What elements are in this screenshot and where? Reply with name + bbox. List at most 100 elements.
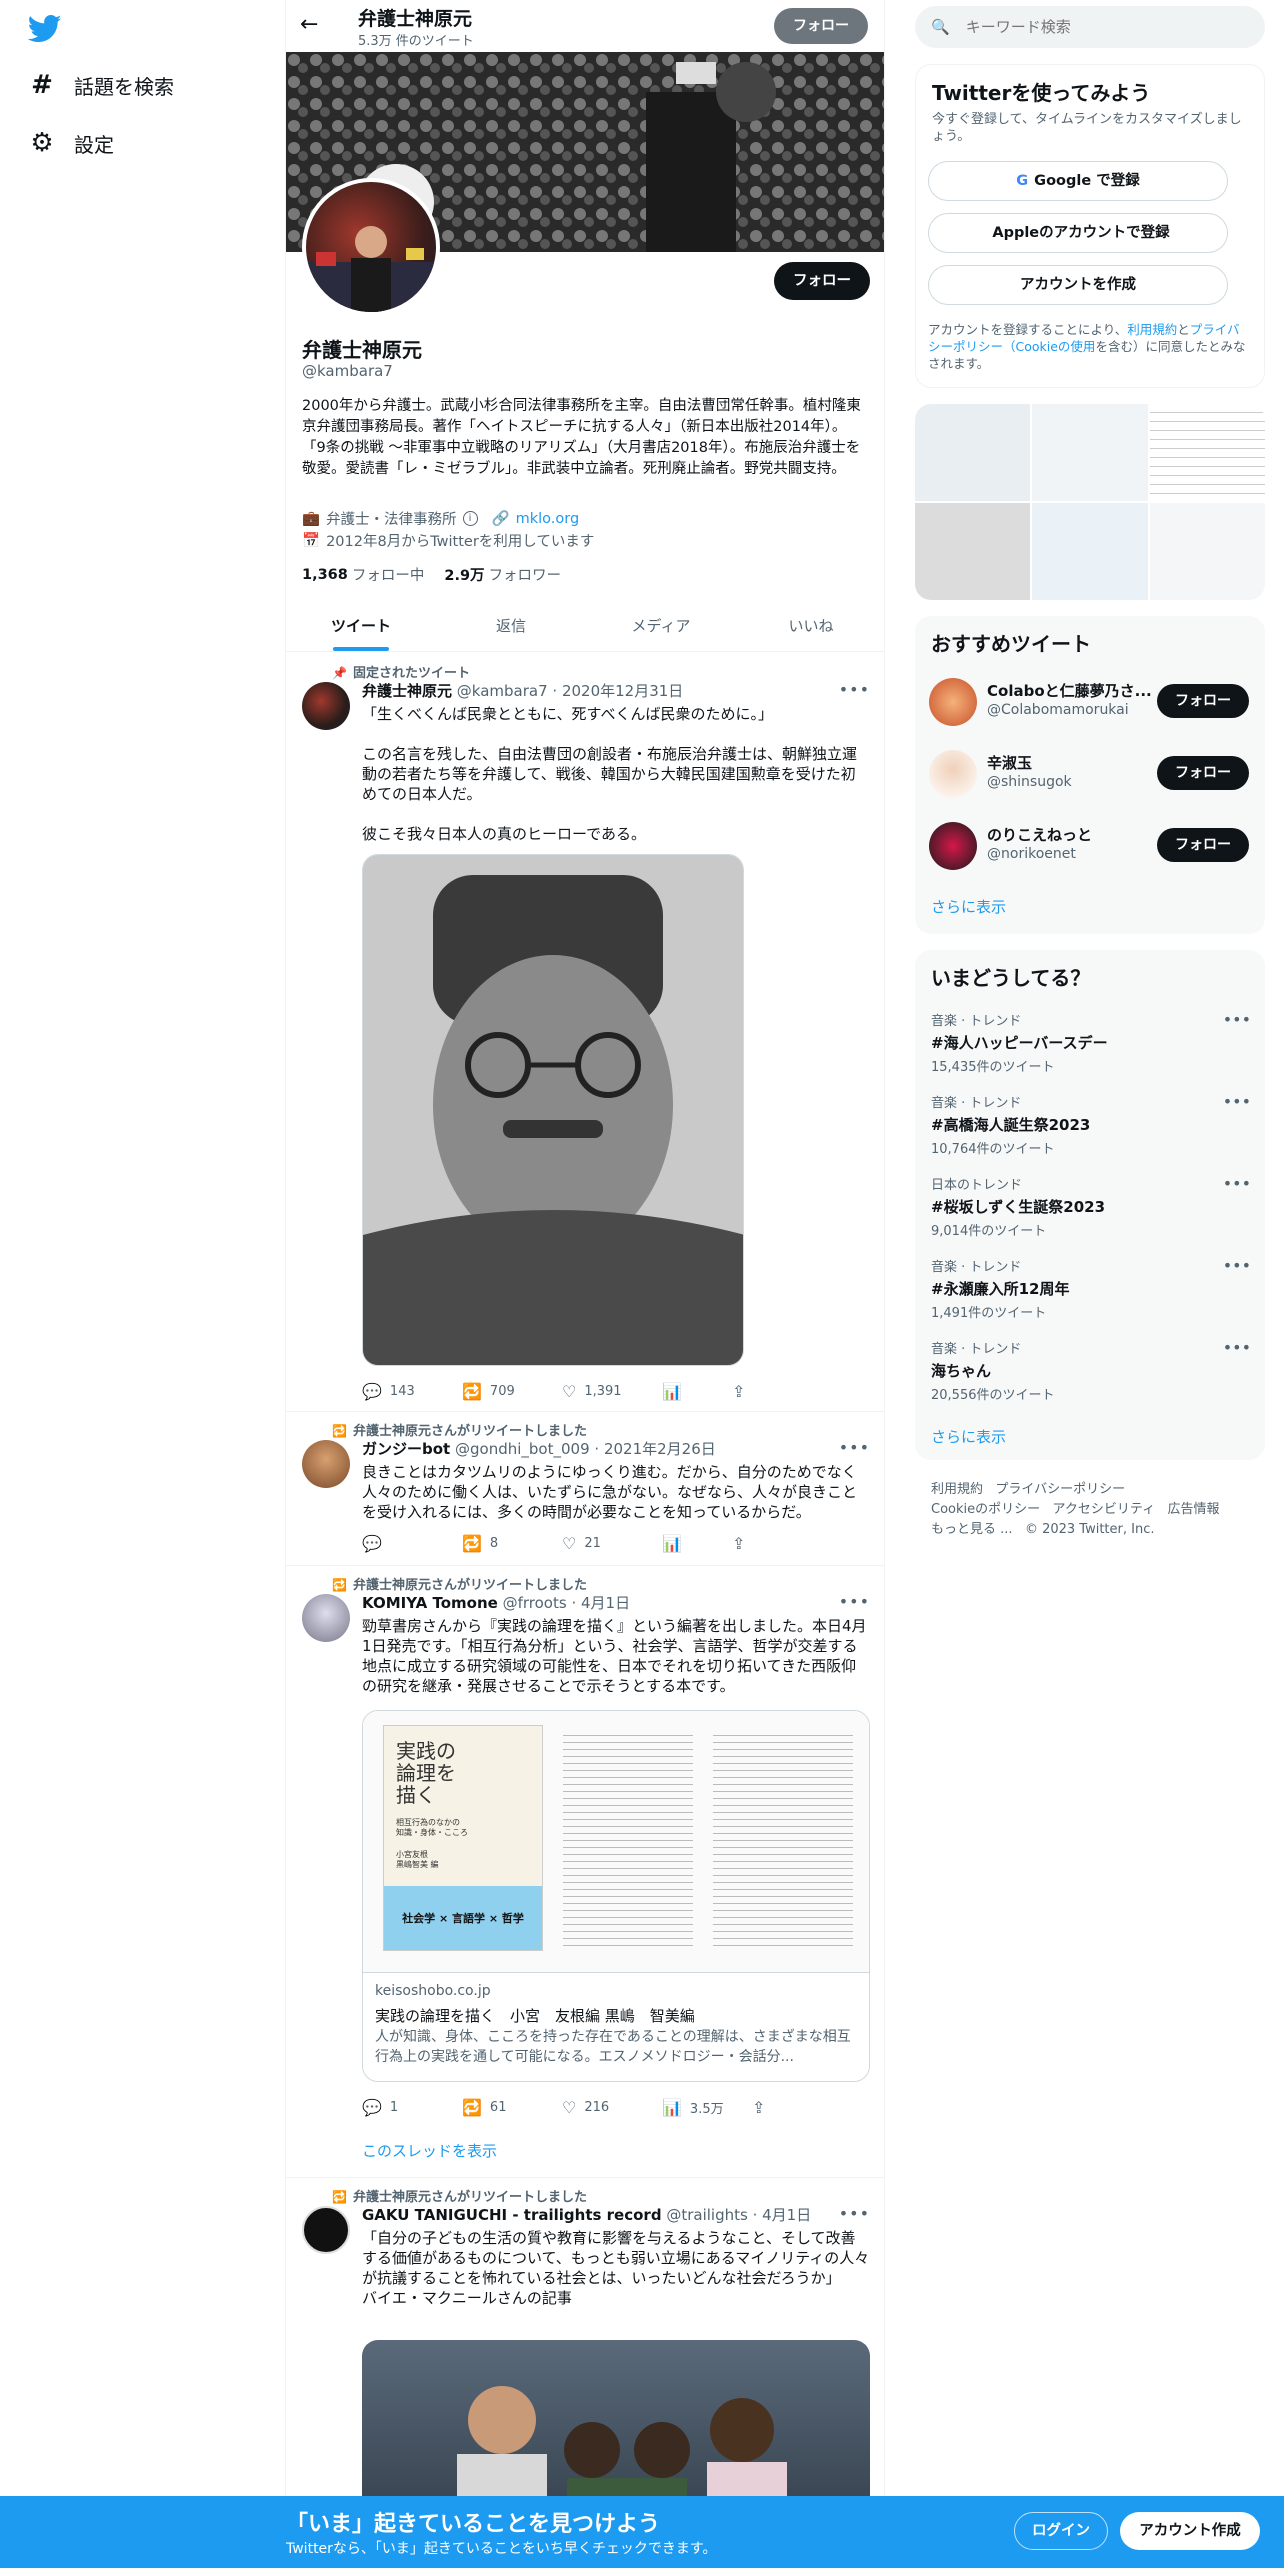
trend-item[interactable]: 音楽 · トレンド #永瀬廉入所12周年 1,491件のツイート ••• [931,1256,1251,1321]
following-label[interactable]: フォロー中 [352,564,425,585]
media-thumb[interactable] [1149,503,1265,600]
more-icon[interactable]: ••• [1223,1174,1251,1193]
analytics-button[interactable]: 📊 [662,1534,732,1553]
footer-link[interactable]: 広告情報 [1168,1502,1220,1517]
analytics-button[interactable]: 📊 [662,1382,732,1401]
retweet-icon: 🔁 [462,2098,482,2117]
more-icon[interactable]: ••• [839,2204,870,2223]
follow-button[interactable]: フォロー [1157,756,1249,790]
show-thread-link[interactable]: このスレッドを表示 [362,2140,497,2161]
profile-follow-button[interactable]: フォロー [774,262,870,300]
following-count[interactable]: 1,368 [302,567,348,583]
nav-explore[interactable]: # 話題を検索 [28,70,174,100]
profile-website-link[interactable]: mklo.org [516,511,580,527]
analytics-button[interactable]: 📊 3.5万 [662,2098,752,2117]
header-follow-button[interactable]: フォロー [774,8,868,44]
tweet-retweet-gandhi[interactable]: 🔁 弁護士神原元さんがリツイートしました ガンジーbot @gondhi_bot_… [286,1412,884,1566]
trend-item[interactable]: 音楽 · トレンド #海人ハッピーバースデー 15,435件のツイート ••• [931,1010,1251,1075]
user-name: Colaboと仁藤夢乃さ... [987,682,1152,700]
more-icon[interactable]: ••• [839,1438,870,1457]
book-title: 実践の 論理を 描く [396,1739,456,1807]
tweet-avatar[interactable] [302,1594,350,1642]
media-thumb[interactable] [1032,503,1148,600]
share-button[interactable]: ⇪ [732,1382,772,1401]
recommended-user[interactable]: 辛淑玉 @shinsugok フォロー [929,748,1249,800]
share-button[interactable]: ⇪ [752,2098,792,2117]
terms-link[interactable]: 利用規約 [1127,322,1177,337]
more-icon[interactable]: ••• [839,680,870,699]
media-grid [915,404,1265,600]
tab-media[interactable]: メディア [586,600,736,651]
analytics-icon: 📊 [662,1382,682,1401]
twitter-logo-icon[interactable] [28,14,62,44]
more-icon[interactable]: ••• [1223,1256,1251,1275]
more-icon[interactable]: ••• [1223,1338,1251,1357]
signup-terms: アカウントを登録することにより、利用規約とプライバシーポリシー（Cookieの使… [928,322,1246,371]
profile-avatar[interactable] [302,178,440,316]
tab-likes[interactable]: いいね [736,600,884,651]
left-nav: # 話題を検索 ⚙ 設定 [0,0,285,2568]
tweet-pinned[interactable]: 📌 固定されたツイート 弁護士神原元 @kambara7 · 2020年12月31… [286,652,884,1412]
recommended-user[interactable]: Colaboと仁藤夢乃さ... @Colabomamorukai フォロー [929,676,1249,728]
more-icon[interactable]: ••• [1223,1010,1251,1029]
footer-link[interactable]: アクセシビリティ [1053,1502,1156,1517]
trends-more-link[interactable]: さらに表示 [931,1426,1006,1447]
tweet-avatar[interactable] [302,682,350,730]
trend-item[interactable]: 音楽 · トレンド #高橋海人誕生祭2023 10,764件のツイート ••• [931,1092,1251,1157]
media-thumb[interactable] [1032,404,1148,501]
tweet-retweet-komiya[interactable]: 🔁 弁護士神原元さんがリツイートしました KOMIYA Tomone @frroo… [286,1566,884,2178]
login-button[interactable]: ログイン [1014,2512,1108,2550]
google-signup-button[interactable]: G Google で登録 [928,161,1228,201]
follow-button[interactable]: フォロー [1157,684,1249,718]
tweet-photo[interactable] [362,854,744,1366]
footer-link[interactable]: もっと見る ... [931,1522,1013,1537]
tab-replies[interactable]: 返信 [436,600,586,651]
pin-icon: 📌 [332,666,347,680]
follow-button[interactable]: フォロー [1157,828,1249,862]
create-account-button[interactable]: アカウントを作成 [928,265,1228,305]
search-bar[interactable]: 🔍 [915,6,1265,48]
reply-button[interactable]: 💬 1 [362,2098,462,2117]
share-button[interactable]: ⇪ [732,1534,772,1553]
apple-signup-button[interactable]: Appleのアカウントで登録 [928,213,1228,253]
link-card[interactable]: 実践の 論理を 描く 相互行為のなかの 知識・身体・こころ 小宮友根 黒嶋智美 … [362,1710,870,2082]
user-name: 辛淑玉 [987,754,1033,772]
profile-meta-row: 💼 弁護士・法律事務所 i 🔗 mklo.org [302,508,579,529]
signup-button[interactable]: アカウント作成 [1120,2512,1260,2550]
footer-link[interactable]: プライバシーポリシー [995,1482,1125,1497]
retweet-button[interactable]: 🔁 61 [462,2098,562,2117]
like-button[interactable]: ♡ 21 [562,1534,662,1553]
info-icon[interactable]: i [462,511,478,526]
back-arrow-icon[interactable]: ← [300,12,318,37]
recommended-more-link[interactable]: さらに表示 [931,896,1006,917]
retweet-button[interactable]: 🔁 8 [462,1534,562,1553]
nav-settings[interactable]: ⚙ 設定 [28,128,114,158]
search-input[interactable] [965,18,1216,36]
like-button[interactable]: ♡ 216 [562,2098,662,2117]
trend-item[interactable]: 音楽 · トレンド 海ちゃん 20,556件のツイート ••• [931,1338,1251,1403]
trend-item[interactable]: 日本のトレンド #桜坂しずく生誕祭2023 9,014件のツイート ••• [931,1174,1251,1239]
like-button[interactable]: ♡ 1,391 [562,1382,662,1401]
followers-count[interactable]: 2.9万 [444,564,484,585]
reply-icon: 💬 [362,1382,382,1401]
tweet-avatar[interactable] [302,1440,350,1488]
more-icon[interactable]: ••• [1223,1092,1251,1111]
media-thumb[interactable] [915,503,1031,600]
tweet-header: KOMIYA Tomone @frroots · 4月1日 [362,1594,631,1612]
footer-link[interactable]: Cookieのポリシー [931,1502,1040,1517]
retweet-icon: 🔁 [332,2190,347,2204]
retweet-button[interactable]: 🔁 709 [462,1382,562,1401]
reply-button[interactable]: 💬 143 [362,1382,462,1401]
media-thumb[interactable] [915,404,1031,501]
followers-label[interactable]: フォロワー [489,564,562,585]
footer-link[interactable]: 利用規約 [931,1482,983,1497]
recommended-user[interactable]: のりこえねっと @norikoenet フォロー [929,820,1249,872]
avatar [929,678,977,726]
media-thumb[interactable] [1149,404,1265,501]
reply-icon: 💬 [362,2098,382,2117]
tweet-text: 「自分の子どもの生活の質や教育に影響を与えるようなこと、そして改善する価値がある… [362,2229,870,2307]
tweet-avatar[interactable] [302,2206,350,2254]
tab-tweets[interactable]: ツイート [286,600,436,651]
reply-button[interactable]: 💬 [362,1534,462,1553]
more-icon[interactable]: ••• [839,1592,870,1611]
